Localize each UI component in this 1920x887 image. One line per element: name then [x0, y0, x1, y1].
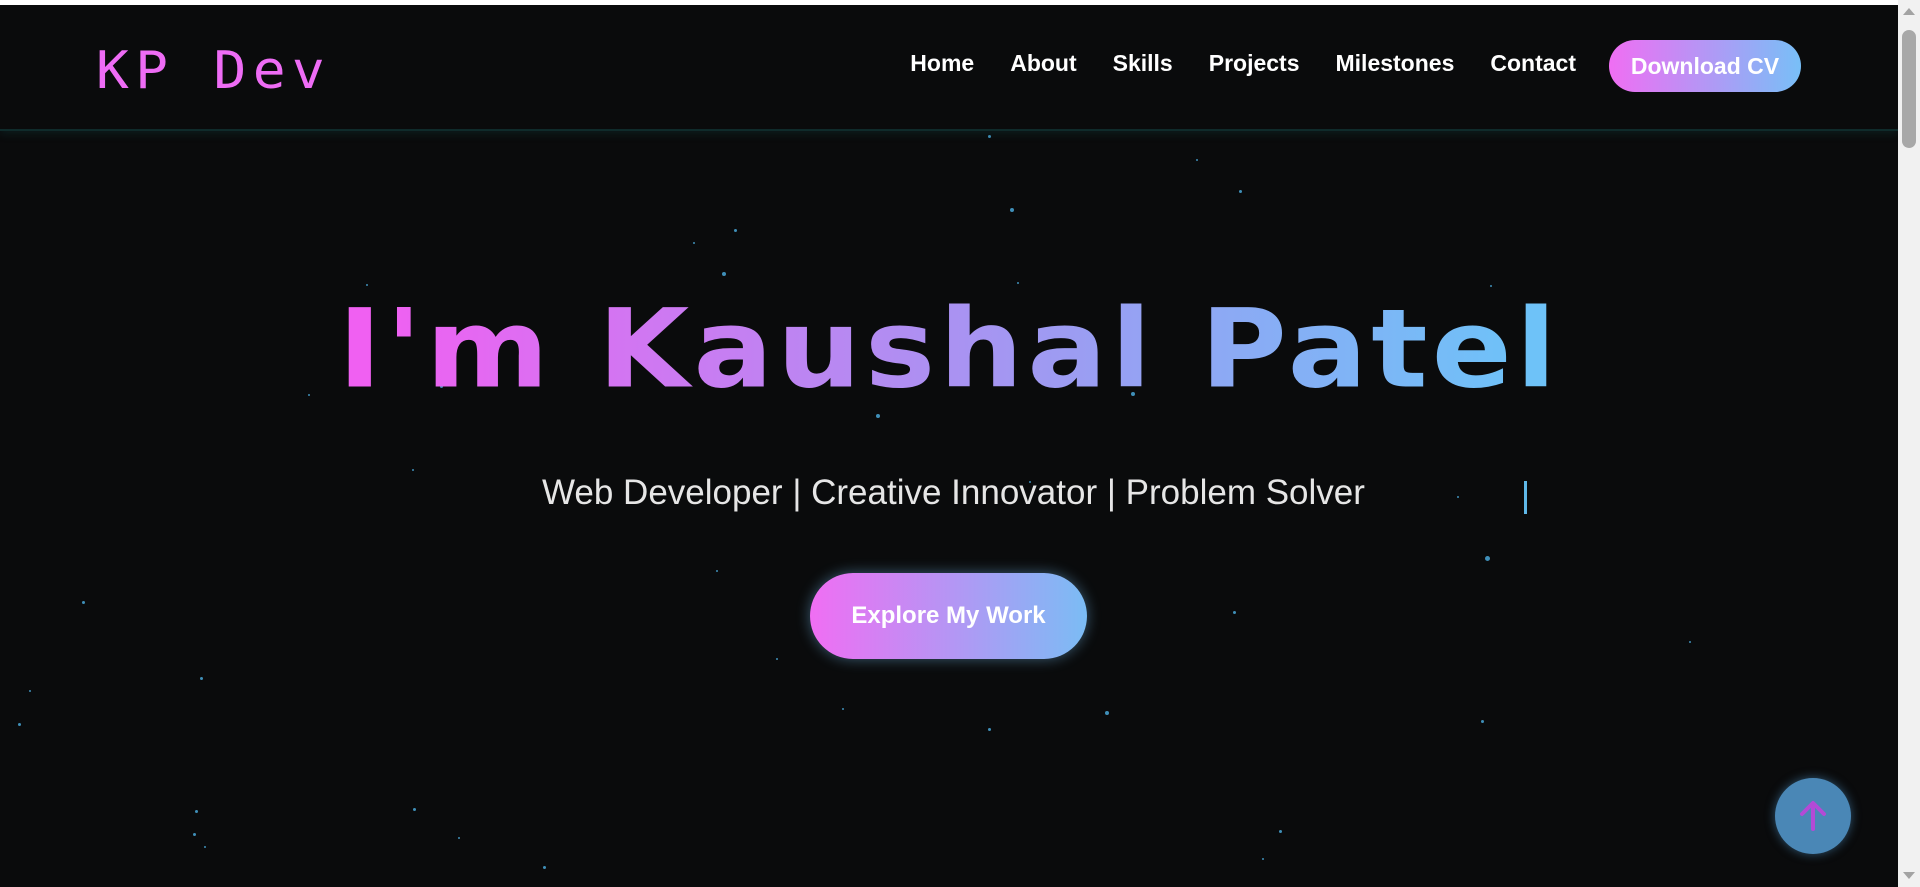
particle-dot — [1233, 611, 1236, 614]
download-cv-button[interactable]: Download CV — [1609, 40, 1801, 92]
page-viewport: KP Dev Home About Skills Projects Milest… — [0, 5, 1898, 887]
hero-subtitle: Web Developer | Creative Innovator | Pro… — [542, 473, 1365, 512]
particle-dot — [543, 866, 546, 869]
scroll-up-arrow-icon[interactable] — [1903, 8, 1915, 15]
particle-dot — [18, 723, 21, 726]
particle-dot — [458, 837, 460, 839]
particle-dot — [876, 414, 880, 418]
particle-dot — [693, 242, 695, 244]
typing-cursor — [1524, 481, 1527, 514]
particle-dot — [412, 469, 414, 471]
nav-link-contact[interactable]: Contact — [1490, 50, 1576, 77]
vertical-scrollbar[interactable] — [1898, 0, 1920, 887]
particle-dot — [29, 690, 31, 692]
particle-dot — [722, 272, 726, 276]
navbar: KP Dev Home About Skills Projects Milest… — [0, 5, 1898, 131]
particle-dot — [1279, 830, 1282, 833]
nav-link-home[interactable]: Home — [910, 50, 974, 77]
nav-link-skills[interactable]: Skills — [1113, 50, 1173, 77]
scroll-to-top-button[interactable] — [1775, 778, 1851, 854]
particle-dot — [1262, 858, 1264, 860]
nav-link-about[interactable]: About — [1010, 50, 1076, 77]
particle-dot — [413, 808, 416, 811]
nav-link-milestones[interactable]: Milestones — [1336, 50, 1455, 77]
scroll-down-arrow-icon[interactable] — [1903, 872, 1915, 879]
site-logo[interactable]: KP Dev — [96, 41, 331, 101]
particle-dot — [204, 846, 206, 848]
particle-dot — [716, 570, 718, 572]
explore-work-button[interactable]: Explore My Work — [810, 573, 1087, 659]
particle-dot — [195, 810, 198, 813]
particle-dot — [776, 658, 778, 660]
arrow-up-icon — [1800, 801, 1826, 831]
particle-dot — [1481, 720, 1484, 723]
particle-dot — [842, 708, 844, 710]
particle-dot — [988, 728, 991, 731]
particle-dot — [1105, 711, 1109, 715]
particle-dot — [200, 677, 203, 680]
hero-title: I'm Kaushal Patel — [0, 286, 1898, 413]
particle-dot — [82, 601, 85, 604]
particle-dot — [734, 229, 737, 232]
particle-dot — [1010, 208, 1014, 212]
particle-dot — [193, 833, 196, 836]
nav-link-projects[interactable]: Projects — [1209, 50, 1300, 77]
particle-dot — [1689, 641, 1691, 643]
particle-dot — [1017, 282, 1019, 284]
particle-dot — [1196, 159, 1198, 161]
particle-dot — [1457, 496, 1459, 498]
particle-dot — [1485, 556, 1490, 561]
particle-dot — [988, 135, 991, 138]
scrollbar-thumb[interactable] — [1902, 30, 1916, 148]
particle-dot — [1239, 190, 1242, 193]
nav-links: Home About Skills Projects Milestones Co… — [910, 50, 1576, 77]
